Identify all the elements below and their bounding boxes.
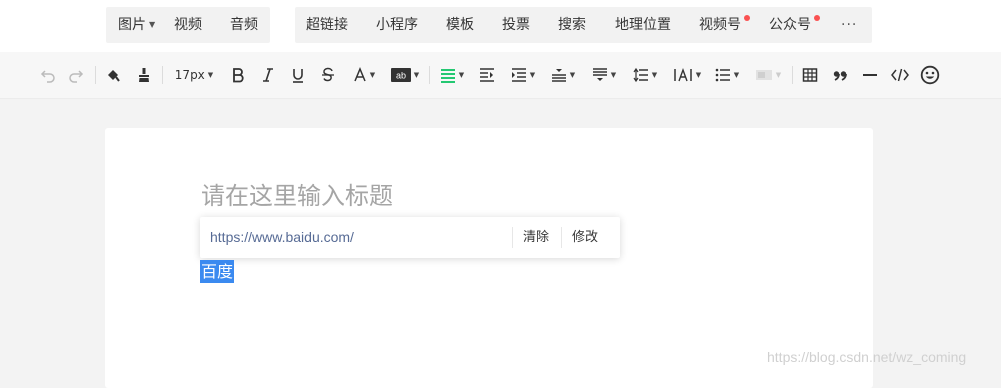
insert-vote-button[interactable]: 投票 bbox=[502, 7, 530, 43]
font-color-icon[interactable]: ▼ bbox=[349, 62, 379, 88]
emoji-icon[interactable] bbox=[918, 62, 942, 88]
new-badge bbox=[744, 15, 750, 21]
caret-down-icon: ▼ bbox=[529, 71, 536, 79]
insert-hyperlink-button[interactable]: 超链接 bbox=[306, 7, 348, 43]
more-icon[interactable]: ··· bbox=[841, 7, 857, 43]
title-input[interactable]: 请在这里输入标题 bbox=[201, 176, 393, 211]
toolbar-divider bbox=[429, 66, 430, 84]
editor-page: 请在这里输入标题 https://www.baidu.com/ 清除 修改 百度 bbox=[105, 128, 873, 388]
watermark: https://blog.csdn.net/wz_coming bbox=[767, 349, 967, 365]
insert-audio-button[interactable]: 音频 bbox=[230, 7, 258, 43]
svg-text:ab: ab bbox=[396, 71, 406, 81]
caret-down-icon: ▼ bbox=[733, 71, 740, 79]
format-toolbar: 17px ▼ ▼ ab ▼ ▼ ▼ ▼ ▼ ▼ ▼ ▼ ▼ bbox=[0, 52, 1001, 99]
media-insert-group: 图片 ▼ 视频 音频 bbox=[106, 7, 270, 43]
undo-icon[interactable] bbox=[38, 62, 58, 88]
popover-divider bbox=[561, 227, 562, 248]
quote-icon[interactable] bbox=[829, 62, 851, 88]
letter-spacing-icon[interactable]: ▼ bbox=[671, 62, 703, 88]
align-icon[interactable]: ▼ bbox=[437, 62, 467, 88]
link-url[interactable]: https://www.baidu.com/ bbox=[210, 217, 354, 258]
edit-link-button[interactable]: 修改 bbox=[572, 217, 598, 258]
insert-image-button[interactable]: 图片 ▼ bbox=[118, 7, 155, 43]
caret-down-icon: ▼ bbox=[651, 71, 658, 79]
new-badge bbox=[814, 15, 820, 21]
link-popover: https://www.baidu.com/ 清除 修改 bbox=[200, 217, 620, 258]
caret-down-icon: ▼ bbox=[149, 20, 156, 29]
divider-icon[interactable] bbox=[859, 62, 881, 88]
insert-video-button[interactable]: 视频 bbox=[174, 7, 202, 43]
toolbar-divider bbox=[162, 66, 163, 84]
insert-miniprogram-button[interactable]: 小程序 bbox=[376, 7, 418, 43]
caret-down-icon: ▼ bbox=[695, 71, 702, 79]
paragraph-spacing-after-icon[interactable]: ▼ bbox=[589, 62, 619, 88]
redo-icon[interactable] bbox=[66, 62, 86, 88]
toolbar-divider bbox=[792, 66, 793, 84]
bold-icon[interactable] bbox=[228, 62, 248, 88]
list-icon[interactable]: ▼ bbox=[712, 62, 742, 88]
background-color-icon[interactable]: ab ▼ bbox=[388, 62, 422, 88]
caret-down-icon: ▼ bbox=[610, 71, 617, 79]
caret-down-icon: ▼ bbox=[207, 71, 214, 79]
insert-channels-button[interactable]: 视频号 bbox=[699, 7, 741, 43]
format-painter-icon[interactable] bbox=[102, 62, 124, 88]
code-icon[interactable] bbox=[889, 62, 911, 88]
caret-down-icon: ▼ bbox=[369, 71, 376, 79]
caret-down-icon: ▼ bbox=[569, 71, 576, 79]
strikethrough-icon[interactable] bbox=[318, 62, 338, 88]
insert-template-button[interactable]: 模板 bbox=[446, 7, 474, 43]
caret-down-icon: ▼ bbox=[775, 71, 782, 79]
toolbar-divider bbox=[95, 66, 96, 84]
popover-divider bbox=[512, 227, 513, 248]
selected-link-text[interactable]: 百度 bbox=[200, 260, 235, 283]
insert-search-button[interactable]: 搜索 bbox=[558, 7, 586, 43]
font-size-select[interactable]: 17px ▼ bbox=[171, 62, 217, 88]
italic-icon[interactable] bbox=[258, 62, 278, 88]
insert-toolbar: 图片 ▼ 视频 音频 超链接 小程序 模板 投票 搜索 地理位置 视频号 公众号 … bbox=[0, 0, 1001, 52]
border-icon[interactable]: ▼ bbox=[752, 62, 784, 88]
first-line-indent-icon[interactable]: ▼ bbox=[507, 62, 539, 88]
table-icon[interactable] bbox=[799, 62, 821, 88]
caret-down-icon: ▼ bbox=[458, 71, 465, 79]
underline-icon[interactable] bbox=[288, 62, 308, 88]
clear-link-button[interactable]: 清除 bbox=[523, 217, 549, 258]
insert-official-account-button[interactable]: 公众号 bbox=[769, 7, 811, 43]
paragraph-spacing-before-icon[interactable]: ▼ bbox=[548, 62, 578, 88]
content-insert-group: 超链接 小程序 模板 投票 搜索 地理位置 视频号 公众号 ··· bbox=[295, 7, 872, 43]
clear-format-icon[interactable] bbox=[133, 62, 155, 88]
line-height-icon[interactable]: ▼ bbox=[630, 62, 660, 88]
insert-location-button[interactable]: 地理位置 bbox=[615, 7, 671, 43]
indent-icon[interactable] bbox=[476, 62, 498, 88]
caret-down-icon: ▼ bbox=[413, 71, 420, 79]
